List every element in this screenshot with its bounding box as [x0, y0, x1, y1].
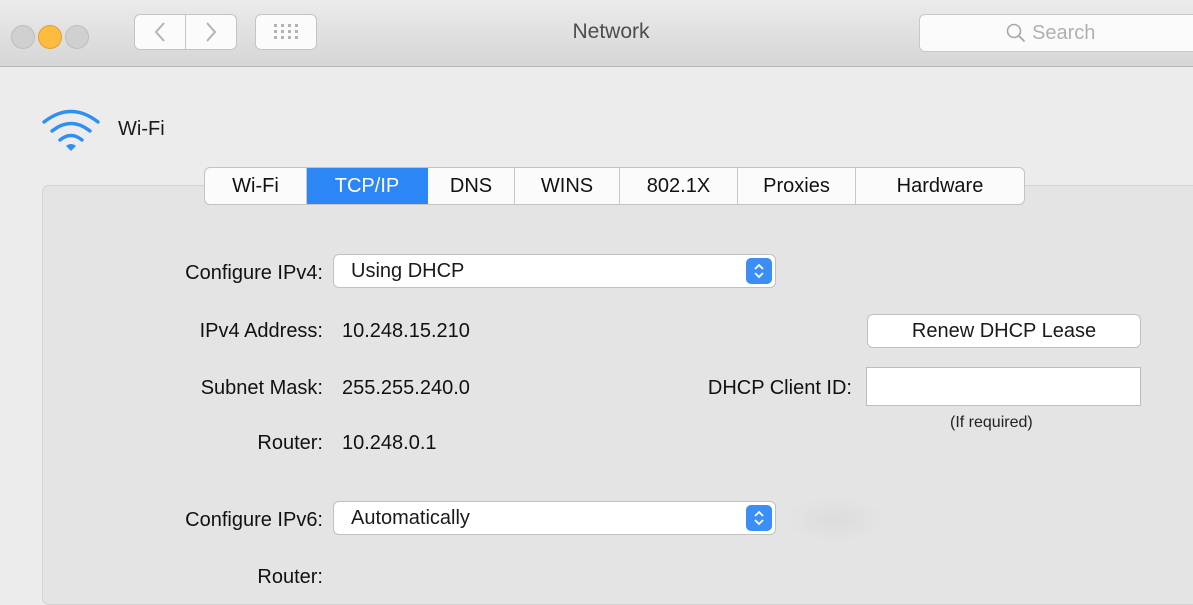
search-icon: [1006, 23, 1026, 43]
ipv6-router-label: Router:: [257, 566, 323, 588]
dhcp-client-id-label: DHCP Client ID:: [707, 377, 852, 399]
dhcp-client-id-note: (If required): [950, 414, 1033, 431]
router-value: 10.248.0.1: [342, 432, 437, 454]
router-label: Router:: [257, 432, 323, 454]
configure-ipv4-label: Configure IPv4:: [185, 262, 323, 284]
tab-wins[interactable]: WINS: [515, 168, 620, 204]
dhcp-client-id-field[interactable]: [866, 367, 1141, 406]
subnet-mask-value: 255.255.240.0: [342, 377, 470, 399]
subnet-mask-label: Subnet Mask:: [200, 377, 323, 399]
tab-bar: Wi-Fi TCP/IP DNS WINS 802.1X Proxies Har…: [204, 167, 1025, 205]
configure-ipv6-label: Configure IPv6:: [185, 509, 323, 531]
interface-name: Wi-Fi: [118, 118, 165, 140]
title-bar: Network Search: [0, 0, 1193, 67]
wifi-icon: [42, 109, 100, 151]
ipv4-address-label: IPv4 Address:: [199, 320, 323, 342]
tab-tcpip[interactable]: TCP/IP: [307, 168, 428, 204]
search-field[interactable]: Search: [919, 14, 1193, 52]
popup-arrows-icon: [746, 258, 772, 284]
configure-ipv4-popup[interactable]: Using DHCP: [333, 254, 776, 288]
search-placeholder: Search: [1032, 22, 1096, 44]
redacted-area: [785, 498, 885, 542]
configure-ipv4-value: Using DHCP: [351, 260, 465, 282]
configure-ipv6-value: Automatically: [351, 507, 470, 529]
tab-8021x[interactable]: 802.1X: [620, 168, 738, 204]
tab-proxies[interactable]: Proxies: [738, 168, 856, 204]
configure-ipv6-popup[interactable]: Automatically: [333, 501, 776, 535]
tab-wifi[interactable]: Wi-Fi: [205, 168, 307, 204]
tab-hardware[interactable]: Hardware: [856, 168, 1024, 204]
renew-dhcp-lease-button[interactable]: Renew DHCP Lease: [867, 314, 1141, 348]
tab-dns[interactable]: DNS: [428, 168, 515, 204]
ipv4-address-value: 10.248.15.210: [342, 320, 470, 342]
popup-arrows-icon: [746, 505, 772, 531]
